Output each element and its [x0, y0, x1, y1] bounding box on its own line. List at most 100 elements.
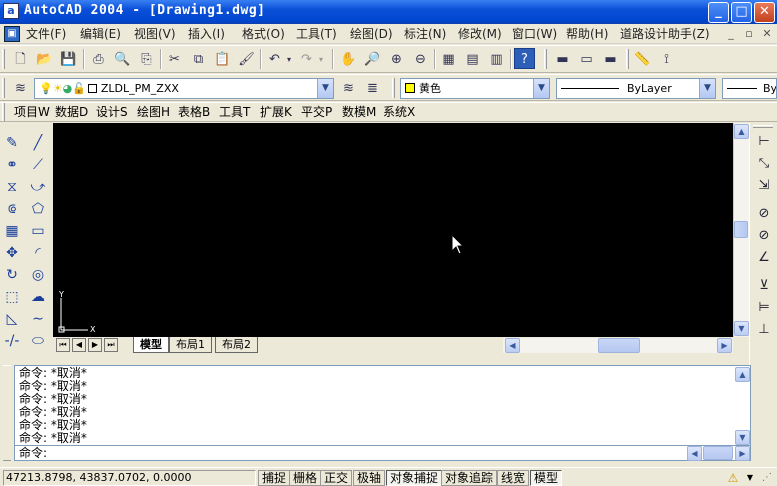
trim-icon[interactable]: -/- [1, 330, 23, 352]
zoom-window-icon[interactable]: ⊕ [386, 48, 407, 69]
toolbar-grip[interactable] [392, 78, 395, 98]
toolbar-grip[interactable] [2, 49, 5, 69]
new-file-icon[interactable]: 🗋 [10, 48, 31, 69]
offset-icon[interactable]: ⟃ [1, 198, 23, 220]
copy-icon[interactable]: ⧉ [188, 48, 209, 69]
undo-dropdown-icon[interactable]: ▾ [284, 48, 294, 69]
print-icon[interactable]: ⎙ [88, 48, 109, 69]
ortho-toggle[interactable]: 正交 [320, 470, 353, 486]
menu-window[interactable]: 窗口(W) [512, 26, 557, 42]
model-space-toggle[interactable]: 模型 [530, 470, 563, 486]
next-tab-icon[interactable]: ▶ [88, 338, 102, 352]
vertical-scroll-thumb[interactable] [734, 221, 748, 238]
comm-center-icon[interactable]: ⚠ [724, 470, 742, 486]
object-snap-toggle[interactable]: 对象捕捉 [386, 470, 443, 486]
status-menu-arrow-icon[interactable]: ▼ [744, 472, 756, 484]
dim-angular-icon[interactable]: ∠ [753, 247, 775, 269]
object-tracking-toggle[interactable]: 对象追踪 [441, 470, 498, 486]
dim-aligned-icon[interactable]: ⊢ [753, 131, 775, 153]
doc-minimize-button[interactable]: _ [724, 27, 738, 41]
drawing-canvas[interactable] [53, 123, 733, 337]
menu-insert[interactable]: 插入(I) [188, 26, 225, 42]
scroll-right-arrow-icon[interactable]: ▶ [717, 338, 732, 353]
scroll-left-arrow-icon[interactable]: ◀ [505, 338, 520, 353]
save-icon[interactable]: 💾 [58, 48, 79, 69]
match-properties-icon[interactable]: 🖌 [236, 48, 257, 69]
menu-file[interactable]: 文件(F) [26, 26, 66, 42]
dim-arc-icon[interactable]: ⊘ [753, 225, 775, 247]
open-file-icon[interactable]: 📂 [34, 48, 55, 69]
scale-icon[interactable]: ⬚ [1, 286, 23, 308]
lineweight-toggle[interactable]: 线宽 [497, 470, 530, 486]
dim-linear-icon[interactable]: ▬ [552, 48, 573, 69]
menu-help[interactable]: 帮助(H) [566, 26, 608, 42]
previous-tab-icon[interactable]: ◀ [72, 338, 86, 352]
layer-manager-icon[interactable]: ≋ [10, 77, 31, 98]
first-tab-icon[interactable]: ⏮ [56, 338, 70, 352]
revision-cloud-icon[interactable]: ☁ [27, 286, 49, 308]
minimize-button[interactable]: _ [708, 2, 729, 23]
tab-layout2[interactable]: 布局2 [215, 337, 258, 353]
road-menu-draw[interactable]: 绘图H [137, 103, 170, 122]
redo-icon[interactable]: ↷ [296, 48, 317, 69]
toolbar-grip[interactable] [2, 78, 5, 98]
array-icon[interactable]: ▦ [1, 220, 23, 242]
dim-baseline-vertical-icon[interactable]: ⊨ [753, 297, 775, 319]
scroll-up-arrow-icon[interactable]: ▲ [734, 124, 749, 139]
command-scroll-thumb[interactable] [703, 446, 733, 460]
rectangle-icon[interactable]: ▭ [27, 220, 49, 242]
menu-modify[interactable]: 修改(M) [458, 26, 502, 42]
snap-toggle[interactable]: 捕捉 [258, 470, 291, 486]
menu-dimension[interactable]: 标注(N) [404, 26, 446, 42]
chevron-down-icon[interactable]: ▼ [699, 79, 715, 98]
zoom-realtime-icon[interactable]: 🔎 [362, 48, 383, 69]
redo-dropdown-icon[interactable]: ▾ [316, 48, 326, 69]
scroll-left-arrow-icon[interactable]: ◀ [687, 446, 702, 461]
doc-close-button[interactable]: ✕ [760, 27, 774, 41]
chevron-down-icon[interactable]: ▼ [317, 79, 333, 98]
make-object-layer-current-icon[interactable]: ≋ [338, 77, 359, 98]
toolbar-grip[interactable] [544, 49, 547, 69]
mirror-icon[interactable]: ⧖ [1, 176, 23, 198]
line-icon[interactable]: ╱ [27, 132, 49, 154]
menu-road-design[interactable]: 道路设计助手(Z) [620, 26, 710, 42]
pan-icon[interactable]: ✋ [338, 48, 359, 69]
help-icon[interactable]: ? [514, 48, 535, 69]
rotate-icon[interactable]: ↻ [1, 264, 23, 286]
road-menu-design[interactable]: 设计S [96, 103, 128, 122]
stretch-icon[interactable]: ◺ [1, 308, 23, 330]
autocad-icon[interactable]: a [3, 3, 19, 19]
polyline-icon[interactable]: ⤻ [27, 176, 49, 198]
command-window-grip[interactable] [3, 365, 11, 461]
scroll-right-arrow-icon[interactable]: ▶ [735, 446, 750, 461]
road-menu-table[interactable]: 表格B [178, 103, 210, 122]
menu-view[interactable]: 视图(V) [134, 26, 176, 42]
tab-layout1[interactable]: 布局1 [169, 337, 212, 353]
cut-icon[interactable]: ✂ [164, 48, 185, 69]
dim-ordinate-icon[interactable]: ⤡ [753, 153, 775, 175]
arc-icon[interactable]: ◜ [27, 242, 49, 264]
erase-icon[interactable]: ✎ [1, 132, 23, 154]
color-dropdown[interactable]: 黄色 ▼ [400, 78, 550, 99]
maximize-button[interactable]: □ [731, 2, 752, 23]
close-button[interactable]: ✕ [754, 2, 775, 23]
road-menu-intersection[interactable]: 平交P [301, 103, 332, 122]
doc-restore-button[interactable]: ▫ [742, 27, 756, 41]
last-tab-icon[interactable]: ⏭ [104, 338, 118, 352]
circle-icon[interactable]: ◎ [27, 264, 49, 286]
menu-tools[interactable]: 工具(T) [296, 26, 337, 42]
dim-continue-vertical-icon[interactable]: ⊥ [753, 319, 775, 341]
scroll-down-arrow-icon[interactable]: ▼ [735, 430, 750, 445]
inquiry-distance-icon[interactable]: 📏 [632, 48, 653, 69]
toolbar-grip[interactable] [753, 125, 773, 128]
command-history[interactable]: 命令: *取消* 命令: *取消* 命令: *取消* 命令: *取消* 命令: … [14, 365, 751, 446]
toolbar-grip[interactable] [2, 103, 5, 121]
dim-radius-icon[interactable]: ⇲ [753, 175, 775, 197]
document-icon[interactable]: ▣ [4, 26, 20, 42]
menu-edit[interactable]: 编辑(E) [80, 26, 121, 42]
road-menu-data[interactable]: 数据D [55, 103, 88, 122]
coordinate-readout[interactable]: 47213.8798, 43837.0702, 0.0000 [3, 470, 256, 486]
design-center-icon[interactable]: ▤ [462, 48, 483, 69]
toolbar-grip[interactable] [626, 49, 629, 69]
road-menu-project[interactable]: 项目W [14, 103, 50, 122]
